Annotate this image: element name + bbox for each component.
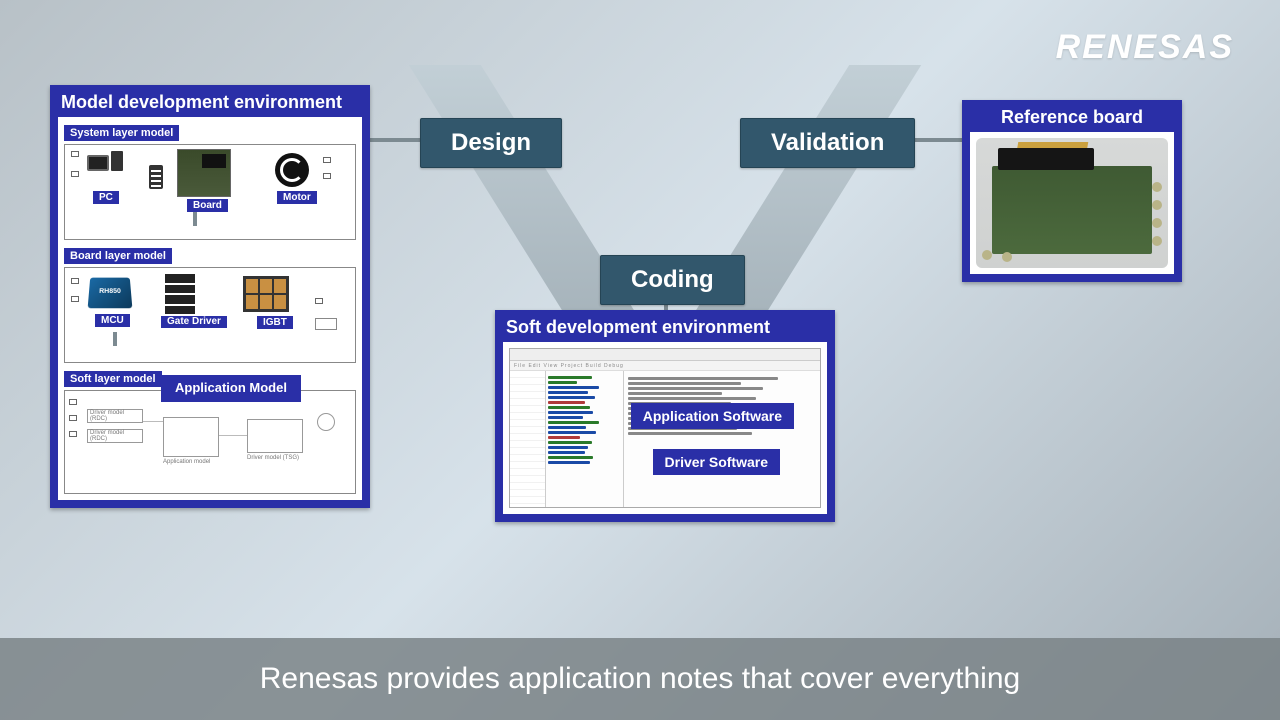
band-board-layer: Board layer model	[64, 248, 172, 264]
board-layer-box: RH850 MCU Gate Driver IGBT	[64, 267, 356, 363]
label-motor: Motor	[277, 191, 317, 204]
connector	[368, 138, 426, 142]
soft-layer-box: Driver model (RDC) Driver model (RDC) Ap…	[64, 390, 356, 494]
motor-icon	[275, 153, 309, 187]
label-board: Board	[187, 199, 228, 212]
label-mcu: MCU	[95, 314, 130, 327]
reference-board-photo	[976, 138, 1168, 268]
panel-title: Soft development environment	[498, 313, 832, 342]
board-icon	[177, 149, 231, 197]
label-pc: PC	[93, 191, 119, 204]
band-system-layer: System layer model	[64, 125, 179, 141]
brand-logo: RENESAS	[1056, 28, 1234, 67]
caption-bar: Renesas provides application notes that …	[0, 638, 1280, 720]
panel-soft-dev-env: Soft development environment File Edit V…	[495, 310, 835, 522]
system-layer-box: PC Board Motor	[64, 144, 356, 240]
badge-driver-software: Driver Software	[653, 449, 780, 475]
block-driver-rdc2: Driver model (RDC)	[87, 429, 143, 443]
block-driver-rdc: Driver model (RDC)	[87, 409, 143, 423]
badge-application-model: Application Model	[161, 375, 301, 402]
block-app-model: Application model	[163, 459, 210, 465]
mcu-icon: RH850	[88, 278, 133, 309]
caption-text: Renesas provides application notes that …	[260, 662, 1020, 696]
panel-title: Model development environment	[53, 88, 367, 117]
label-gate: Gate Driver	[161, 316, 227, 328]
stage-design: Design	[420, 118, 562, 168]
panel-model-dev-env: Model development environment System lay…	[50, 85, 370, 508]
igbt-icon	[243, 276, 289, 312]
stage-coding: Coding	[600, 255, 745, 305]
stage-validation: Validation	[740, 118, 915, 168]
band-soft-layer: Soft layer model	[64, 371, 162, 387]
label-igbt: IGBT	[257, 316, 293, 329]
block-driver-tsg: Driver model (TSG)	[247, 455, 299, 461]
ide-screenshot: File Edit View Project Build Debug	[509, 348, 821, 508]
panel-reference-board: Reference board	[962, 100, 1182, 282]
badge-app-software: Application Software	[631, 403, 794, 429]
panel-title: Reference board	[965, 103, 1179, 132]
gate-driver-icon	[165, 274, 195, 314]
